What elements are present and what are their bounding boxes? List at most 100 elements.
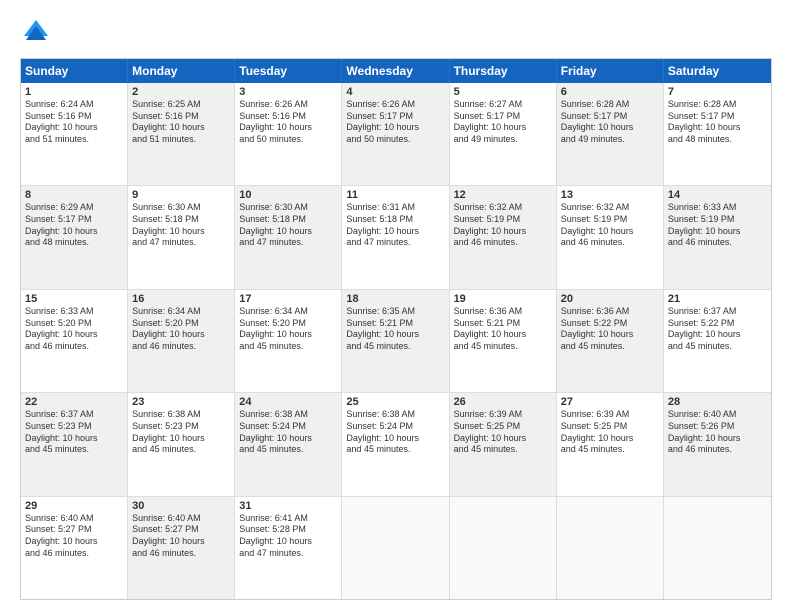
calendar-row-4: 22Sunrise: 6:37 AMSunset: 5:23 PMDayligh… bbox=[21, 393, 771, 496]
calendar-cell-26: 26Sunrise: 6:39 AMSunset: 5:25 PMDayligh… bbox=[450, 393, 557, 495]
cell-info: Sunrise: 6:38 AMSunset: 5:23 PMDaylight:… bbox=[132, 409, 230, 456]
calendar-cell-31: 31Sunrise: 6:41 AMSunset: 5:28 PMDayligh… bbox=[235, 497, 342, 599]
calendar-cell-23: 23Sunrise: 6:38 AMSunset: 5:23 PMDayligh… bbox=[128, 393, 235, 495]
calendar-cell-28: 28Sunrise: 6:40 AMSunset: 5:26 PMDayligh… bbox=[664, 393, 771, 495]
day-number: 18 bbox=[346, 293, 444, 305]
day-number: 16 bbox=[132, 293, 230, 305]
calendar-cell-22: 22Sunrise: 6:37 AMSunset: 5:23 PMDayligh… bbox=[21, 393, 128, 495]
cell-info: Sunrise: 6:30 AMSunset: 5:18 PMDaylight:… bbox=[239, 202, 337, 249]
calendar-cell-13: 13Sunrise: 6:32 AMSunset: 5:19 PMDayligh… bbox=[557, 186, 664, 288]
logo-icon bbox=[20, 16, 52, 48]
day-number: 3 bbox=[239, 86, 337, 98]
calendar-cell-6: 6Sunrise: 6:28 AMSunset: 5:17 PMDaylight… bbox=[557, 83, 664, 185]
calendar-cell-27: 27Sunrise: 6:39 AMSunset: 5:25 PMDayligh… bbox=[557, 393, 664, 495]
day-number: 22 bbox=[25, 396, 123, 408]
calendar: SundayMondayTuesdayWednesdayThursdayFrid… bbox=[20, 58, 772, 600]
day-number: 27 bbox=[561, 396, 659, 408]
calendar-cell-18: 18Sunrise: 6:35 AMSunset: 5:21 PMDayligh… bbox=[342, 290, 449, 392]
calendar-cell-16: 16Sunrise: 6:34 AMSunset: 5:20 PMDayligh… bbox=[128, 290, 235, 392]
calendar-cell-empty bbox=[557, 497, 664, 599]
calendar-cell-2: 2Sunrise: 6:25 AMSunset: 5:16 PMDaylight… bbox=[128, 83, 235, 185]
cell-info: Sunrise: 6:36 AMSunset: 5:22 PMDaylight:… bbox=[561, 306, 659, 353]
header-day-wednesday: Wednesday bbox=[342, 59, 449, 83]
day-number: 19 bbox=[454, 293, 552, 305]
header-day-sunday: Sunday bbox=[21, 59, 128, 83]
cell-info: Sunrise: 6:40 AMSunset: 5:26 PMDaylight:… bbox=[668, 409, 767, 456]
cell-info: Sunrise: 6:25 AMSunset: 5:16 PMDaylight:… bbox=[132, 99, 230, 146]
calendar-cell-11: 11Sunrise: 6:31 AMSunset: 5:18 PMDayligh… bbox=[342, 186, 449, 288]
cell-info: Sunrise: 6:32 AMSunset: 5:19 PMDaylight:… bbox=[454, 202, 552, 249]
calendar-cell-5: 5Sunrise: 6:27 AMSunset: 5:17 PMDaylight… bbox=[450, 83, 557, 185]
cell-info: Sunrise: 6:37 AMSunset: 5:22 PMDaylight:… bbox=[668, 306, 767, 353]
calendar-cell-3: 3Sunrise: 6:26 AMSunset: 5:16 PMDaylight… bbox=[235, 83, 342, 185]
cell-info: Sunrise: 6:29 AMSunset: 5:17 PMDaylight:… bbox=[25, 202, 123, 249]
cell-info: Sunrise: 6:38 AMSunset: 5:24 PMDaylight:… bbox=[346, 409, 444, 456]
cell-info: Sunrise: 6:40 AMSunset: 5:27 PMDaylight:… bbox=[132, 513, 230, 560]
calendar-cell-30: 30Sunrise: 6:40 AMSunset: 5:27 PMDayligh… bbox=[128, 497, 235, 599]
calendar-row-2: 8Sunrise: 6:29 AMSunset: 5:17 PMDaylight… bbox=[21, 186, 771, 289]
header-day-saturday: Saturday bbox=[664, 59, 771, 83]
calendar-cell-9: 9Sunrise: 6:30 AMSunset: 5:18 PMDaylight… bbox=[128, 186, 235, 288]
cell-info: Sunrise: 6:41 AMSunset: 5:28 PMDaylight:… bbox=[239, 513, 337, 560]
cell-info: Sunrise: 6:28 AMSunset: 5:17 PMDaylight:… bbox=[561, 99, 659, 146]
day-number: 14 bbox=[668, 189, 767, 201]
day-number: 7 bbox=[668, 86, 767, 98]
cell-info: Sunrise: 6:37 AMSunset: 5:23 PMDaylight:… bbox=[25, 409, 123, 456]
day-number: 1 bbox=[25, 86, 123, 98]
calendar-cell-8: 8Sunrise: 6:29 AMSunset: 5:17 PMDaylight… bbox=[21, 186, 128, 288]
day-number: 11 bbox=[346, 189, 444, 201]
calendar-cell-empty bbox=[450, 497, 557, 599]
calendar-cell-1: 1Sunrise: 6:24 AMSunset: 5:16 PMDaylight… bbox=[21, 83, 128, 185]
cell-info: Sunrise: 6:30 AMSunset: 5:18 PMDaylight:… bbox=[132, 202, 230, 249]
calendar-cell-4: 4Sunrise: 6:26 AMSunset: 5:17 PMDaylight… bbox=[342, 83, 449, 185]
day-number: 4 bbox=[346, 86, 444, 98]
calendar-row-1: 1Sunrise: 6:24 AMSunset: 5:16 PMDaylight… bbox=[21, 83, 771, 186]
header-day-friday: Friday bbox=[557, 59, 664, 83]
calendar-cell-10: 10Sunrise: 6:30 AMSunset: 5:18 PMDayligh… bbox=[235, 186, 342, 288]
calendar-cell-24: 24Sunrise: 6:38 AMSunset: 5:24 PMDayligh… bbox=[235, 393, 342, 495]
day-number: 23 bbox=[132, 396, 230, 408]
day-number: 25 bbox=[346, 396, 444, 408]
calendar-cell-15: 15Sunrise: 6:33 AMSunset: 5:20 PMDayligh… bbox=[21, 290, 128, 392]
day-number: 15 bbox=[25, 293, 123, 305]
day-number: 13 bbox=[561, 189, 659, 201]
calendar-cell-17: 17Sunrise: 6:34 AMSunset: 5:20 PMDayligh… bbox=[235, 290, 342, 392]
day-number: 28 bbox=[668, 396, 767, 408]
calendar-row-5: 29Sunrise: 6:40 AMSunset: 5:27 PMDayligh… bbox=[21, 497, 771, 599]
cell-info: Sunrise: 6:24 AMSunset: 5:16 PMDaylight:… bbox=[25, 99, 123, 146]
day-number: 21 bbox=[668, 293, 767, 305]
cell-info: Sunrise: 6:40 AMSunset: 5:27 PMDaylight:… bbox=[25, 513, 123, 560]
calendar-header: SundayMondayTuesdayWednesdayThursdayFrid… bbox=[21, 59, 771, 83]
header-day-tuesday: Tuesday bbox=[235, 59, 342, 83]
cell-info: Sunrise: 6:28 AMSunset: 5:17 PMDaylight:… bbox=[668, 99, 767, 146]
calendar-cell-25: 25Sunrise: 6:38 AMSunset: 5:24 PMDayligh… bbox=[342, 393, 449, 495]
calendar-cell-7: 7Sunrise: 6:28 AMSunset: 5:17 PMDaylight… bbox=[664, 83, 771, 185]
day-number: 31 bbox=[239, 500, 337, 512]
calendar-cell-20: 20Sunrise: 6:36 AMSunset: 5:22 PMDayligh… bbox=[557, 290, 664, 392]
day-number: 8 bbox=[25, 189, 123, 201]
cell-info: Sunrise: 6:31 AMSunset: 5:18 PMDaylight:… bbox=[346, 202, 444, 249]
page: SundayMondayTuesdayWednesdayThursdayFrid… bbox=[0, 0, 792, 612]
cell-info: Sunrise: 6:32 AMSunset: 5:19 PMDaylight:… bbox=[561, 202, 659, 249]
day-number: 6 bbox=[561, 86, 659, 98]
day-number: 20 bbox=[561, 293, 659, 305]
day-number: 2 bbox=[132, 86, 230, 98]
calendar-cell-29: 29Sunrise: 6:40 AMSunset: 5:27 PMDayligh… bbox=[21, 497, 128, 599]
day-number: 12 bbox=[454, 189, 552, 201]
cell-info: Sunrise: 6:34 AMSunset: 5:20 PMDaylight:… bbox=[239, 306, 337, 353]
cell-info: Sunrise: 6:34 AMSunset: 5:20 PMDaylight:… bbox=[132, 306, 230, 353]
calendar-cell-21: 21Sunrise: 6:37 AMSunset: 5:22 PMDayligh… bbox=[664, 290, 771, 392]
header bbox=[20, 16, 772, 48]
cell-info: Sunrise: 6:26 AMSunset: 5:16 PMDaylight:… bbox=[239, 99, 337, 146]
header-day-thursday: Thursday bbox=[450, 59, 557, 83]
cell-info: Sunrise: 6:35 AMSunset: 5:21 PMDaylight:… bbox=[346, 306, 444, 353]
calendar-cell-19: 19Sunrise: 6:36 AMSunset: 5:21 PMDayligh… bbox=[450, 290, 557, 392]
day-number: 9 bbox=[132, 189, 230, 201]
day-number: 26 bbox=[454, 396, 552, 408]
day-number: 30 bbox=[132, 500, 230, 512]
day-number: 24 bbox=[239, 396, 337, 408]
calendar-body: 1Sunrise: 6:24 AMSunset: 5:16 PMDaylight… bbox=[21, 83, 771, 599]
calendar-row-3: 15Sunrise: 6:33 AMSunset: 5:20 PMDayligh… bbox=[21, 290, 771, 393]
cell-info: Sunrise: 6:39 AMSunset: 5:25 PMDaylight:… bbox=[561, 409, 659, 456]
day-number: 17 bbox=[239, 293, 337, 305]
